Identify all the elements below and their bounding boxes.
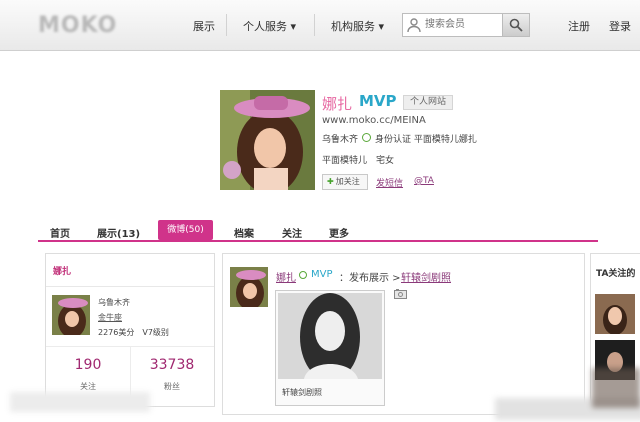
register-link[interactable]: 注册: [568, 18, 590, 34]
at-ta-link[interactable]: @TA: [414, 176, 434, 186]
post-album-link[interactable]: 轩辕剑剧照: [401, 269, 451, 284]
site-logo[interactable]: MOKO: [38, 13, 117, 38]
personal-site-button[interactable]: 个人网站: [403, 95, 454, 110]
mvp-badge: MVP: [359, 92, 397, 110]
following-label: 关注: [80, 382, 96, 391]
following-panel-title: TA关注的: [596, 269, 636, 279]
avatar-photo: [52, 295, 90, 335]
follow-button[interactable]: ✚ 加关注: [322, 174, 368, 190]
tab-profile-archive[interactable]: 档案: [234, 225, 254, 240]
nav-separator: [226, 14, 227, 36]
profile-tags: 平面模特儿 宅女: [322, 156, 395, 166]
blurred-overlay: [10, 392, 150, 412]
profile-city: 乌鲁木齐: [322, 135, 359, 145]
search-input[interactable]: [425, 16, 499, 32]
login-link[interactable]: 登录: [609, 18, 631, 34]
follow-button-label: 加关注: [335, 177, 360, 186]
blurred-overlay: [592, 368, 640, 408]
photo-icon: [394, 289, 407, 299]
verification-text: 身份认证 平面模特儿娜扎: [375, 135, 477, 145]
tab-showcase[interactable]: 展示(13): [97, 225, 140, 240]
post-avatar[interactable]: [230, 267, 268, 307]
profile-avatar[interactable]: [220, 90, 315, 190]
nav-separator: [314, 14, 315, 36]
card-avatar[interactable]: [52, 295, 90, 335]
tab-weibo[interactable]: 微博(50): [158, 220, 213, 240]
post-photo-card[interactable]: 轩辕剑剧照: [275, 290, 385, 406]
tab-following[interactable]: 关注: [282, 225, 302, 240]
card-header: 娜扎: [46, 254, 214, 287]
nav-item-showcase[interactable]: 展示: [193, 18, 215, 34]
search-button[interactable]: [502, 14, 529, 36]
member-search-box: [402, 13, 530, 37]
post-mvp-badge: MVP: [311, 269, 333, 280]
card-score: 2276美分 V7级别: [98, 328, 169, 337]
follow-stats: 190 关注 33738 粉丝: [46, 346, 214, 397]
avatar-photo: [220, 90, 315, 190]
nav-item-personal-services[interactable]: 个人服务 ▾: [243, 18, 296, 34]
card-title[interactable]: 娜扎: [53, 264, 71, 277]
followed-user-thumb[interactable]: [595, 294, 635, 334]
post-caption: 轩辕剑剧照: [282, 388, 322, 397]
post-photo-image: [278, 293, 382, 379]
fans-label: 粉丝: [164, 382, 180, 391]
plus-icon: ✚: [327, 177, 334, 186]
profile-url[interactable]: www.moko.cc/MEINA: [322, 115, 426, 126]
fans-count[interactable]: 33738: [130, 357, 214, 373]
post-photo: [278, 293, 382, 379]
top-navigation-bar: MOKO 展示 个人服务 ▾ 机构服务 ▾ 注册 登录: [0, 0, 640, 51]
verify-icon: [299, 271, 307, 279]
tab-home[interactable]: 首页: [50, 225, 70, 240]
search-icon: [509, 18, 523, 32]
post-action-text: ：发布展示 >: [339, 273, 401, 284]
profile-name: 娜扎: [322, 95, 353, 113]
card-city: 乌鲁木齐: [98, 298, 130, 307]
post-username[interactable]: 娜扎: [276, 269, 296, 284]
card-zodiac-link[interactable]: 金牛座: [98, 312, 122, 323]
feed-panel: 娜扎 MVP ：发布展示 > 轩辕剑剧照 轩辕剑剧照: [222, 253, 585, 415]
avatar-photo: [595, 294, 635, 334]
verify-icon: [362, 133, 371, 142]
avatar-photo: [230, 267, 268, 307]
send-message-link[interactable]: 发短信: [376, 176, 403, 189]
tab-more[interactable]: 更多: [329, 225, 349, 240]
nav-item-agency-services[interactable]: 机构服务 ▾: [331, 18, 384, 34]
tab-underline: [38, 240, 598, 242]
following-count[interactable]: 190: [46, 357, 130, 373]
user-icon: [407, 18, 421, 33]
user-info-card: 娜扎 乌鲁木齐 金牛座 2276美分 V7级别 190 关注 33738 粉丝: [45, 253, 215, 407]
